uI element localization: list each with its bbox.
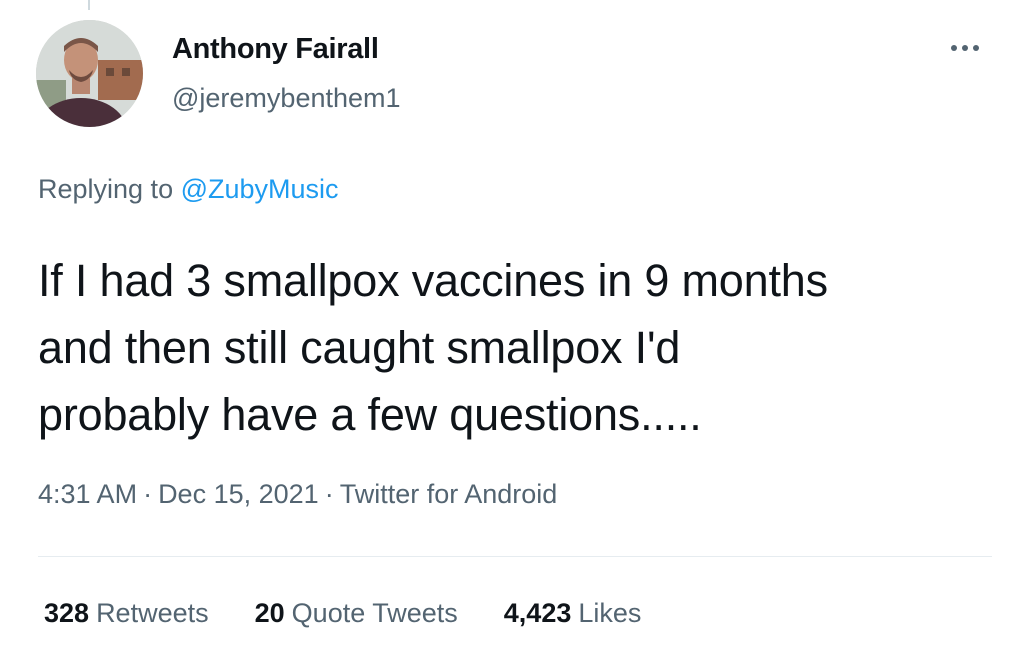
tweet-text: If I had 3 smallpox vaccines in 9 months… xyxy=(38,247,998,448)
meta-separator: · xyxy=(324,479,334,509)
tweet-text-line: If I had 3 smallpox vaccines in 9 months xyxy=(38,255,828,306)
tweet-date-link[interactable]: Dec 15, 2021 xyxy=(158,479,319,509)
engagement-stats: 328 Retweets 20 Quote Tweets 4,423 Likes xyxy=(44,598,641,629)
retweets-label: Retweets xyxy=(96,598,209,628)
more-horizontal-icon-dot xyxy=(973,45,979,51)
stats-divider xyxy=(38,556,992,557)
more-options-button[interactable] xyxy=(943,36,987,60)
retweets-stat[interactable]: 328 Retweets xyxy=(44,598,209,629)
quote-tweets-count: 20 xyxy=(254,598,285,628)
author-display-name[interactable]: Anthony Fairall xyxy=(172,33,379,66)
tweet-time-link[interactable]: 4:31 AM xyxy=(38,479,137,509)
quote-tweets-label: Quote Tweets xyxy=(291,598,458,628)
replying-to-handle-link[interactable]: @ZubyMusic xyxy=(181,174,339,204)
retweets-count: 328 xyxy=(44,598,90,628)
tweet-source-link[interactable]: Twitter for Android xyxy=(340,479,558,509)
avatar[interactable] xyxy=(36,20,143,127)
replying-to: Replying to @ZubyMusic xyxy=(38,174,339,205)
avatar-image xyxy=(36,20,143,127)
tweet-metadata: 4:31 AM · Dec 15, 2021 · Twitter for Android xyxy=(38,479,557,510)
thread-connector-line xyxy=(88,0,90,10)
quote-tweets-stat[interactable]: 20 Quote Tweets xyxy=(255,598,458,629)
tweet-text-line: and then still caught smallpox I'd xyxy=(38,322,681,373)
likes-stat[interactable]: 4,423 Likes xyxy=(504,598,642,629)
likes-label: Likes xyxy=(578,598,642,628)
author-handle[interactable]: @jeremybenthem1 xyxy=(172,83,401,114)
meta-separator: · xyxy=(143,479,153,509)
more-horizontal-icon-dot xyxy=(962,45,968,51)
likes-count: 4,423 xyxy=(503,598,572,628)
tweet-text-line: probably have a few questions..... xyxy=(38,389,702,440)
replying-to-prefix: Replying to xyxy=(38,174,174,204)
more-horizontal-icon xyxy=(951,45,957,51)
